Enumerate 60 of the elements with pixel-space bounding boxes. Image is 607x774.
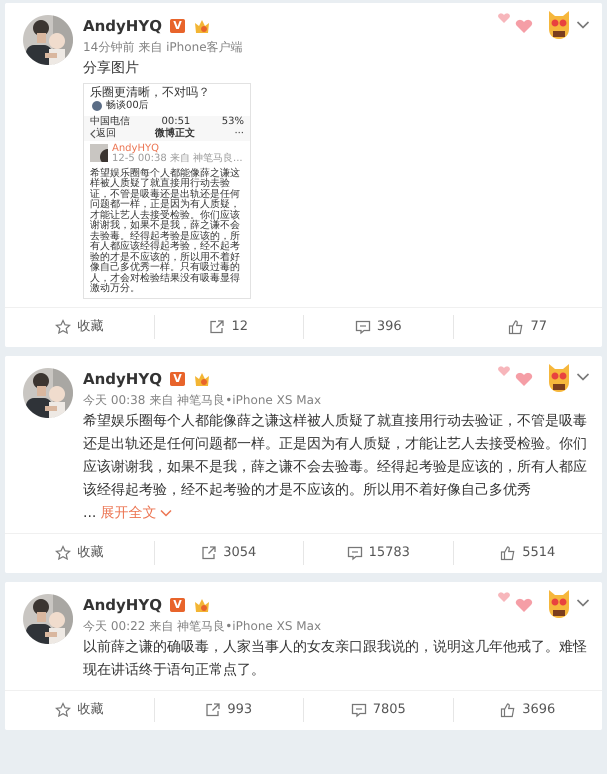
author-name[interactable]: AndyHYQ <box>83 368 162 390</box>
post-time: 今天 00:22 <box>83 618 146 634</box>
post-text: 以前薛之谦的确吸毒，人家当事人的女友亲口跟我说的，说明这几年他戒了。难怪现在讲话终于语句正常点了。 <box>83 638 588 680</box>
comment-button[interactable]: 7805 <box>346 698 410 722</box>
favorite-button[interactable]: 收藏 <box>51 541 108 565</box>
thumbs-up-icon <box>508 319 524 335</box>
carrier-label: 中国电信 <box>90 116 130 127</box>
clock-label: 00:51 <box>161 116 190 127</box>
author-name[interactable]: AndyHYQ <box>83 15 162 37</box>
back-link[interactable]: 返回 <box>90 129 116 140</box>
post-meta: 12-5 00:38 来自 神笔马良... <box>112 154 243 164</box>
ellipsis-text: ... <box>83 504 96 522</box>
repost-button[interactable]: 993 <box>201 698 256 722</box>
repost-button[interactable]: 12 <box>205 315 252 339</box>
verified-badge: V <box>170 372 185 386</box>
comment-icon <box>354 319 371 335</box>
back-icon <box>90 129 96 140</box>
thumbs-up-icon <box>500 545 516 561</box>
post-source: 来自 神笔马良•iPhone XS Max <box>149 392 322 408</box>
share-icon <box>209 319 226 335</box>
verified-badge: V <box>170 19 185 33</box>
share-icon <box>201 545 218 561</box>
like-button[interactable]: 3696 <box>496 698 560 722</box>
crown-icon <box>192 18 211 34</box>
post-time: 今天 00:38 <box>83 392 146 408</box>
post-text: 希望娱乐圈每个人都能像薛之谦这样被人质疑了就直接用行动去验证，不管是吸毒还是出轨还是任何问题都一样，正是因为有人质疑，才能让艺人去接受检验。你们应该谢谢我，如果不是我，薛之谦不会去验毒。经得起考验是应该的，所有人都应该经得起考验，经不起考验的才是不应该的，所以用不着好像自己多优秀一样。只有吸过毒的人，才会对检验结果没有吸毒显得激动万分。 <box>90 168 241 294</box>
chevron-icon <box>576 372 590 382</box>
account-name: 畅谈00后 <box>106 101 149 112</box>
favorite-button[interactable]: 收藏 <box>51 698 108 722</box>
share-icon <box>205 702 222 718</box>
favorite-button[interactable]: 收藏 <box>51 315 108 339</box>
battery-label: 53% <box>222 116 244 127</box>
like-button[interactable]: 5514 <box>496 541 560 565</box>
screenshot-headline: 乐圈更清晰，不对吗？ <box>89 84 211 100</box>
post-time: 14分钟前 <box>83 39 134 56</box>
post-text: 分享图片 <box>83 59 140 78</box>
author-name: AndyHYQ <box>112 144 160 154</box>
chevron-icon <box>576 598 590 608</box>
verified-badge: V <box>170 598 185 612</box>
post-source: 来自 iPhone客户端 <box>138 39 243 56</box>
post-text: 希望娱乐圈每个人都能像薛之谦这样被人质疑了就直接用行动去验证，不管是吸毒还是出轨还是任何问题都一样。正是因为有人质疑，才能让艺人去接受检验。你们应该谢谢我，如果不是我，薛之谦不会去验毒。经得起考验是应该的，所有人都应该经得起考验，经不起考验的才是不应该的。所以用不着好像自己多优秀 <box>83 412 588 500</box>
star-icon <box>55 702 72 718</box>
crown-icon <box>192 370 211 386</box>
crown-icon <box>192 596 211 612</box>
star-icon <box>55 545 72 561</box>
caret-icon <box>160 509 172 517</box>
nav-title: 微博正文 <box>155 129 196 140</box>
repost-button[interactable]: 3054 <box>197 541 260 565</box>
comment-button[interactable]: 396 <box>350 315 406 339</box>
star-icon <box>55 319 72 335</box>
comment-icon <box>346 545 363 561</box>
post-source: 来自 神笔马良•iPhone XS Max <box>149 618 322 634</box>
chevron-icon <box>576 20 590 30</box>
thumbs-up-icon <box>500 702 516 718</box>
avatar-icon <box>92 101 102 112</box>
like-button[interactable]: 77 <box>504 315 552 339</box>
comment-icon <box>350 702 367 718</box>
author-name[interactable]: AndyHYQ <box>83 594 162 616</box>
more-button[interactable]: ··· <box>234 129 244 140</box>
comment-button[interactable]: 15783 <box>342 541 414 565</box>
